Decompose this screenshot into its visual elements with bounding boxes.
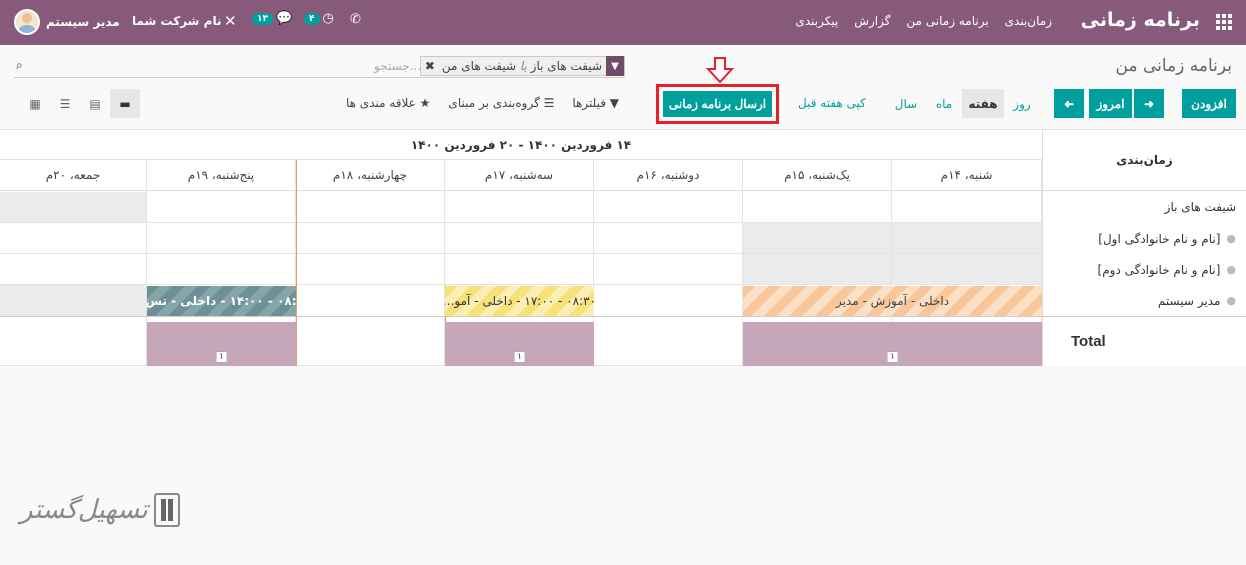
scale-week[interactable]: هفته xyxy=(962,89,1004,118)
today-line xyxy=(296,160,297,366)
search-icon[interactable]: ⌕ xyxy=(16,58,23,73)
day-header: پنج‌شنبه، ۱۹م xyxy=(147,160,296,191)
shift-friday[interactable]: ۰۸:۳۰ - ۱۴:۰۰ - داخلی - تس... xyxy=(147,286,296,316)
gantt-view-icon[interactable]: ▬ xyxy=(110,89,140,118)
user-icon: ● xyxy=(1226,232,1236,245)
company-switcher[interactable]: نام شرکت شما xyxy=(132,14,221,28)
user-icon: ● xyxy=(1226,294,1236,307)
scale-year[interactable]: سال xyxy=(890,89,922,118)
watermark-logo: تسهیل‌گستر xyxy=(20,493,180,527)
total-bar: ۱ xyxy=(147,322,296,366)
gantt-row xyxy=(0,223,1042,254)
shift-training[interactable]: داخلی - آموزش - مدیر xyxy=(743,286,1042,316)
day-header: سه‌شنبه، ۱۷م xyxy=(445,160,594,191)
phone-icon[interactable]: ✆ xyxy=(350,12,361,27)
top-menu: زمان‌بندی برنامه زمانی من گزارش پیکربندی xyxy=(795,14,1052,28)
activity-count-badge: ۴ xyxy=(304,12,320,25)
annotation-arrow-icon xyxy=(706,57,734,83)
view-switcher: ▦ ☰ ▤ ▬ xyxy=(20,89,140,118)
total-count: ۱ xyxy=(513,351,526,363)
date-range-header: ۱۴ فروردین ۱۴۰۰ - ۲۰ فروردین ۱۴۰۰ xyxy=(0,130,1042,160)
filters-dropdown[interactable]: ▼ فیلترها xyxy=(572,96,619,110)
total-count: ۱ xyxy=(886,351,899,363)
next-button[interactable]: ➜ xyxy=(1134,89,1164,118)
gantt-row xyxy=(0,254,1042,285)
menu-item-configuration[interactable]: پیکربندی xyxy=(795,14,838,28)
previous-button[interactable]: ➜ xyxy=(1054,89,1084,118)
send-schedule-button[interactable]: ارسال برنامه زمانی xyxy=(663,91,772,117)
search-options: ▼ فیلترها ☰ گروه‌بندی بر مبنای ★ علاقه م… xyxy=(346,96,619,110)
arrow-right-icon: ➜ xyxy=(1143,96,1155,111)
day-header: دوشنبه، ۱۶م xyxy=(594,160,743,191)
scale-day[interactable]: روز xyxy=(1008,89,1036,118)
favorites-dropdown[interactable]: ★ علاقه مندی ها xyxy=(346,96,430,110)
facet-text: شیفت های باز یا شیفت های من xyxy=(441,59,602,73)
list-view-icon[interactable]: ☰ xyxy=(50,89,80,118)
menu-item-reporting[interactable]: گزارش xyxy=(854,14,890,28)
scale-month[interactable]: ماه xyxy=(930,89,958,118)
row-employee-first: ● [نام و نام خانوادگی اول] xyxy=(1042,223,1246,254)
arrow-left-icon: ➜ xyxy=(1063,96,1075,111)
day-header: شنبه، ۱۴م xyxy=(892,160,1042,191)
total-bar: ۱ xyxy=(445,322,594,366)
day-header: یک‌شنبه، ۱۵م xyxy=(743,160,892,191)
today-button[interactable]: امروز xyxy=(1089,89,1132,118)
row-open-shifts: شیفت های باز xyxy=(1042,191,1246,223)
kanban-view-icon[interactable]: ▦ xyxy=(20,89,50,118)
gantt-row xyxy=(0,191,1042,223)
remove-facet-icon[interactable]: ✖ xyxy=(421,59,438,73)
user-icon: ● xyxy=(1226,263,1236,276)
apps-menu-icon[interactable] xyxy=(1216,14,1232,30)
group-by-dropdown[interactable]: ☰ گروه‌بندی بر مبنای xyxy=(448,96,554,110)
gantt-title: زمان‌بندی xyxy=(1042,130,1246,191)
watermark-text: تسهیل‌گستر xyxy=(20,495,148,525)
row-employee-second: ● [نام و نام خانوادگی دوم] xyxy=(1042,254,1246,285)
total-count: ۱ xyxy=(215,351,228,363)
messaging-menu[interactable]: ۱۳ 💬 xyxy=(252,11,292,26)
gantt-chart: ۱۴ فروردین ۱۴۰۰ - ۲۰ فروردین ۱۴۰۰ زمان‌ب… xyxy=(0,129,1246,366)
menu-item-my-schedule[interactable]: برنامه زمانی من xyxy=(906,14,988,28)
search-input[interactable]: جستجو... xyxy=(374,59,421,73)
search-facet: ✖ شیفت های باز یا شیفت های من ▼ xyxy=(419,56,625,76)
filter-icon: ▼ xyxy=(606,56,624,76)
highlight-frame: ارسال برنامه زمانی xyxy=(656,84,779,124)
user-name: مدیر سیستم xyxy=(46,15,120,29)
shift-wednesday[interactable]: ۰۸:۳۰ - ۱۷:۰۰ - داخلی - آمو... xyxy=(445,286,594,316)
activity-menu[interactable]: ۴ ◷ xyxy=(304,11,334,26)
total-bar: ۱ xyxy=(743,322,1042,366)
watermark-mark xyxy=(153,493,180,527)
row-system-admin: ● مدیر سیستم xyxy=(1042,285,1246,317)
clock-icon: ◷ xyxy=(322,11,334,26)
menu-item-planning[interactable]: زمان‌بندی xyxy=(1005,14,1052,28)
breadcrumb: برنامه زمانی من xyxy=(1115,56,1233,76)
debug-tools-icon[interactable]: ✕ xyxy=(224,12,237,30)
copy-previous-week-button[interactable]: کپی هفته قبل xyxy=(798,96,866,110)
day-header: چهارشنبه، ۱۸م xyxy=(296,160,445,191)
app-brand[interactable]: برنامه زمانی xyxy=(1081,9,1200,31)
top-navbar: برنامه زمانی زمان‌بندی برنامه زمانی من گ… xyxy=(0,0,1246,45)
avatar xyxy=(14,9,40,35)
chat-icon: 💬 xyxy=(276,11,293,26)
user-menu[interactable]: مدیر سیستم xyxy=(14,9,120,35)
add-button[interactable]: افزودن xyxy=(1182,89,1236,118)
day-header: جمعه، ۲۰م xyxy=(0,160,147,191)
chat-count-badge: ۱۳ xyxy=(252,12,273,25)
total-row-label: Total xyxy=(1042,317,1246,366)
calendar-view-icon[interactable]: ▤ xyxy=(80,89,110,118)
search-bar[interactable]: ⌕ جستجو... ✖ شیفت های باز یا شیفت های من… xyxy=(14,56,625,78)
